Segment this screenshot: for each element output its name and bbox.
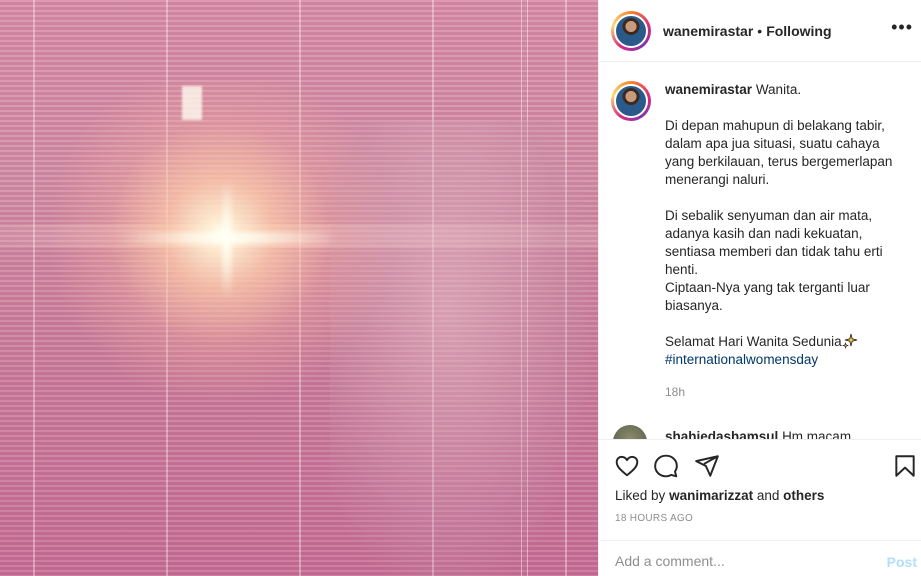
post-header: wanemirastar • Following ••• xyxy=(599,0,921,62)
comment-text: shahiedashamsul Hm macam xyxy=(665,429,851,439)
post-comment-button[interactable]: Post xyxy=(887,554,917,570)
comment-body: Hm macam xyxy=(782,429,852,439)
liked-by-user[interactable]: wanimarizzat xyxy=(669,488,753,503)
likes-summary: Liked by wanimarizzat and others xyxy=(615,488,824,503)
post-image[interactable] xyxy=(0,0,598,576)
likes-connector: and xyxy=(756,488,780,503)
caption-comment: wanemirastar Wanita. Di depan mahupun di… xyxy=(611,81,910,401)
caption-paragraph: Di sebalik senyuman dan air mata, adanya… xyxy=(665,208,883,277)
lens-flare-vertical xyxy=(222,180,232,300)
author-avatar[interactable] xyxy=(611,10,651,51)
add-comment-bar: Post xyxy=(599,540,921,576)
heart-icon[interactable] xyxy=(613,452,641,480)
commenter-avatar[interactable] xyxy=(613,425,647,439)
following-button[interactable]: Following xyxy=(766,23,831,39)
bookmark-icon[interactable] xyxy=(891,452,919,480)
bright-window xyxy=(182,86,202,120)
share-icon[interactable] xyxy=(693,452,721,480)
caption-avatar[interactable] xyxy=(611,81,651,121)
comments-scroll-area[interactable]: wanemirastar Wanita. Di depan mahupun di… xyxy=(599,63,921,439)
comment-input[interactable] xyxy=(615,553,875,569)
sparkles-emoji-icon xyxy=(841,333,857,349)
caption-greeting: Selamat Hari Wanita Sedunia xyxy=(665,334,842,349)
hashtag-link[interactable]: #internationalwomensday xyxy=(665,352,818,367)
header-separator: • xyxy=(757,22,763,39)
comment-icon[interactable] xyxy=(652,452,680,480)
caption-paragraph: Ciptaan-Nya yang tak terganti luar biasa… xyxy=(665,280,870,313)
caption-time[interactable]: 18h xyxy=(665,383,910,401)
likes-prefix: Liked by xyxy=(615,488,666,503)
caption-paragraph: Di depan mahupun di belakang tabir, dala… xyxy=(665,118,893,187)
more-options-icon[interactable]: ••• xyxy=(891,18,913,36)
comment-item: shahiedashamsul Hm macam xyxy=(613,425,851,439)
caption-username[interactable]: wanemirastar xyxy=(665,82,752,97)
likes-others-link[interactable]: others xyxy=(783,488,824,503)
post-timestamp[interactable]: 18 HOURS AGO xyxy=(615,513,693,524)
post-actions: Liked by wanimarizzat and others 18 HOUR… xyxy=(599,439,921,524)
action-icons-row xyxy=(599,440,921,492)
post-side-panel: wanemirastar • Following ••• wanemirasta… xyxy=(598,0,921,576)
author-username[interactable]: wanemirastar xyxy=(663,23,753,39)
commenter-username[interactable]: shahiedashamsul xyxy=(665,429,778,439)
caption-body: wanemirastar Wanita. Di depan mahupun di… xyxy=(665,81,910,401)
caption-title: Wanita. xyxy=(755,82,802,97)
